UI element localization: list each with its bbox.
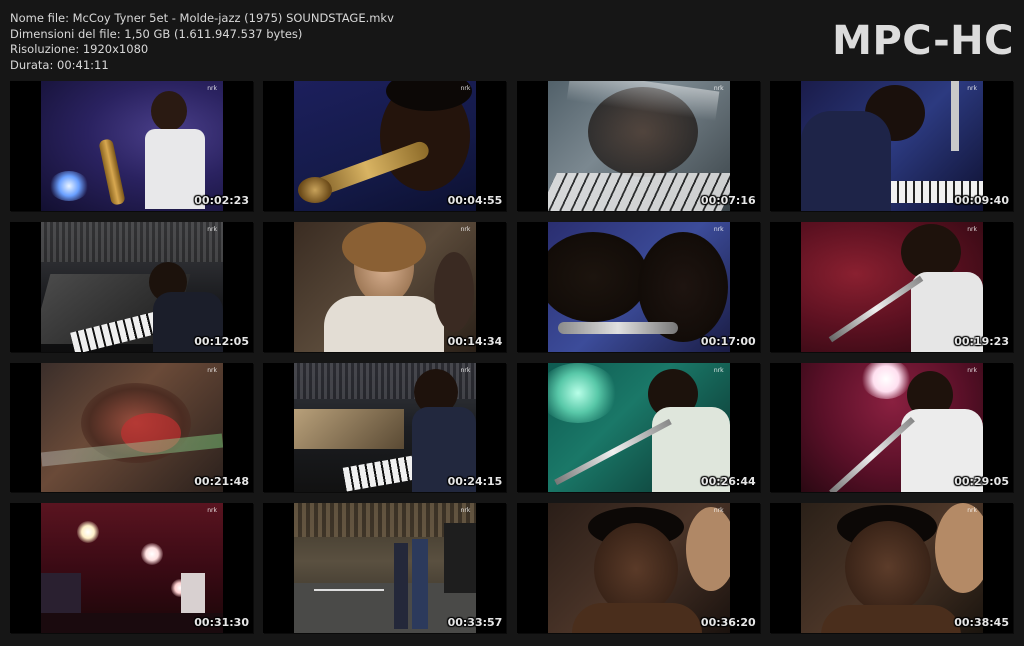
video-frame: nrk [547,503,730,633]
file-duration: Durata: 00:41:11 [10,57,109,72]
channel-logo: nrk [207,85,217,92]
thumbnail[interactable]: nrk 00:33:57 [263,503,507,633]
thumbnail[interactable]: nrk 00:02:23 [10,81,253,211]
thumbnail[interactable]: nrk 00:19:23 [769,221,1013,352]
timestamp: 00:21:48 [194,475,249,489]
timestamp: 00:19:23 [954,334,1009,348]
channel-logo: nrk [460,366,471,374]
channel-logo: nrk [967,85,977,92]
channel-logo: nrk [460,85,471,92]
channel-logo: nrk [713,366,724,374]
video-frame: nrk [800,362,983,493]
timestamp: 00:26:44 [700,475,756,489]
thumbnail-grid: nrk 00:02:23 nrk 00:04:55 nrk 00:07:16 n… [10,81,1014,636]
thumbnail[interactable]: nrk 00:24:15 [263,362,507,493]
timestamp: 00:33:57 [447,616,503,629]
video-frame: nrk [547,362,730,493]
thumbnail[interactable]: nrk 00:09:40 [769,81,1013,211]
timestamp: 00:38:45 [954,616,1009,629]
mpc-hc-logo: MPC-HC [832,18,1014,64]
video-frame: nrk [294,362,477,493]
thumbnail[interactable]: nrk 00:26:44 [516,362,760,493]
file-size: Dimensioni del file: 1,50 GB (1.611.947.… [10,26,303,41]
file-name: Nome file: McCoy Tyner 5et - Molde-jazz … [10,11,394,25]
channel-logo: nrk [713,85,724,92]
thumbnail[interactable]: nrk 00:38:45 [769,503,1013,633]
thumbnail[interactable]: nrk 00:07:16 [516,81,760,211]
video-frame: nrk [547,221,730,352]
timestamp: 00:29:05 [954,475,1009,489]
video-frame: nrk [41,362,223,493]
channel-logo: nrk [967,507,977,515]
video-frame: nrk [41,81,223,211]
channel-logo: nrk [713,225,724,233]
timestamp: 00:12:05 [194,334,249,348]
thumbnail[interactable]: nrk 00:12:05 [10,221,253,352]
timestamp: 00:14:34 [447,334,503,348]
channel-logo: nrk [967,366,977,374]
video-frame: nrk [800,81,983,211]
timestamp: 00:24:15 [447,475,503,489]
video-frame: nrk [800,503,983,633]
thumbnail[interactable]: nrk 00:36:20 [516,503,760,633]
channel-logo: nrk [207,507,217,515]
file-info: Nome file: McCoy Tyner 5et - Molde-jazz … [10,11,394,73]
channel-logo: nrk [460,225,471,233]
thumbnail[interactable]: nrk 00:14:34 [263,221,507,352]
video-frame: nrk [547,81,730,211]
timestamp: 00:09:40 [954,193,1009,207]
video-frame: nrk [294,221,477,352]
thumbnail[interactable]: nrk 00:21:48 [10,362,253,493]
channel-logo: nrk [967,225,977,233]
thumbnail[interactable]: nrk 00:17:00 [516,221,760,352]
timestamp: 00:17:00 [700,334,756,348]
file-resolution: Risoluzione: 1920x1080 [10,42,149,56]
video-frame: nrk [800,221,983,352]
thumbnail[interactable]: nrk 00:29:05 [769,362,1013,493]
channel-logo: nrk [207,225,217,233]
video-frame: nrk [41,503,223,633]
timestamp: 00:02:23 [194,193,249,207]
channel-logo: nrk [207,366,217,374]
thumbnail[interactable]: nrk 00:04:55 [263,81,507,211]
timestamp: 00:04:55 [447,193,503,207]
video-frame: nrk [41,221,223,352]
channel-logo: nrk [460,507,471,515]
thumbnail[interactable]: nrk 00:31:30 [10,503,253,633]
timestamp: 00:31:30 [194,616,249,629]
timestamp: 00:36:20 [700,616,756,629]
video-frame: nrk [294,81,477,211]
thumbnail-sheet: Nome file: McCoy Tyner 5et - Molde-jazz … [0,0,1024,646]
video-frame: nrk [294,503,477,633]
timestamp: 00:07:16 [700,193,756,207]
channel-logo: nrk [713,507,724,515]
